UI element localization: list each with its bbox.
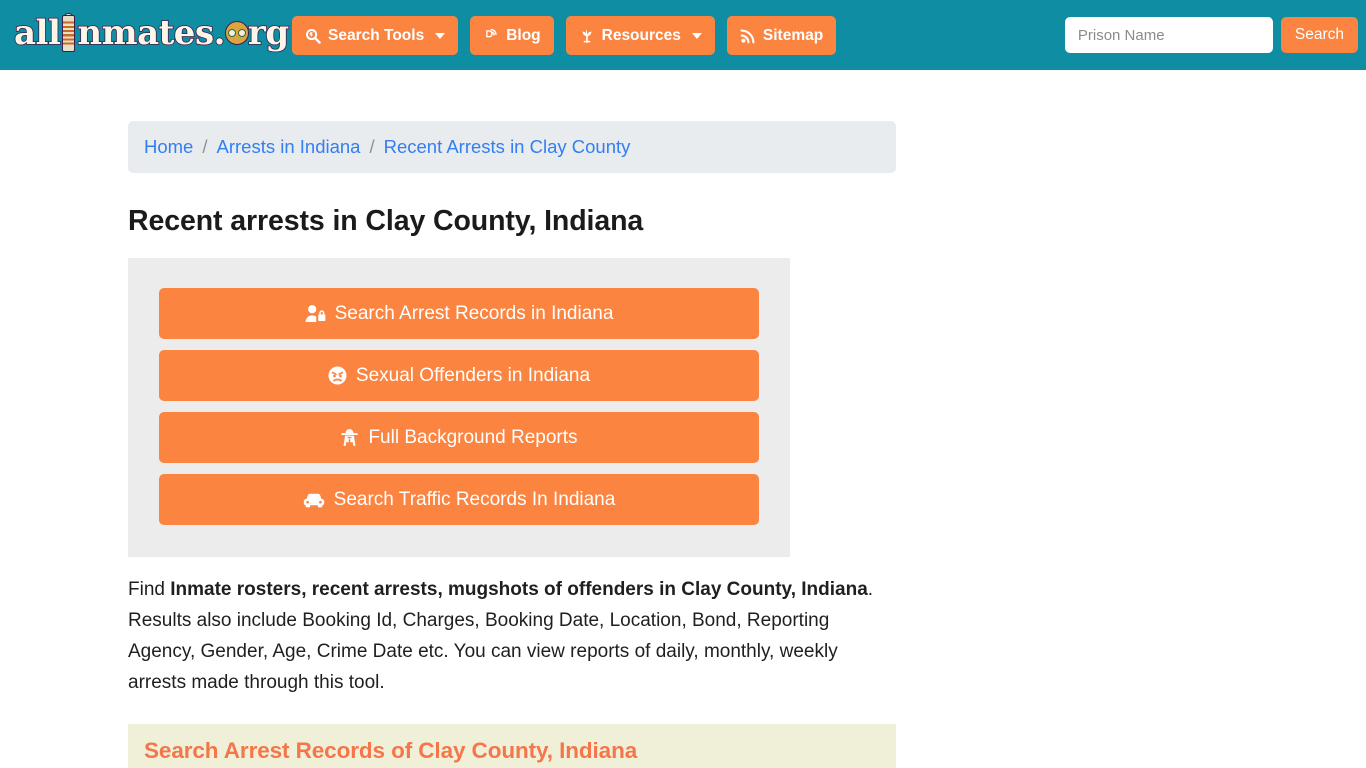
nav-sitemap-label: Sitemap <box>762 26 824 44</box>
nav-blog-label: Blog <box>506 26 541 44</box>
content-column: Home / Arrests in Indiana / Recent Arres… <box>128 121 896 768</box>
blogger-icon <box>483 28 499 44</box>
full-background-reports-label: Full Background Reports <box>368 427 578 448</box>
breadcrumb-item-arrests-in-indiana[interactable]: Arrests in Indiana <box>217 136 361 158</box>
search-records-section: Search Arrest Records of Clay County, In… <box>128 724 896 768</box>
sexual-offenders-button[interactable]: Sexual Offenders in Indiana <box>159 350 759 401</box>
search-arrest-records-label: Search Arrest Records in Indiana <box>334 303 614 324</box>
intro-prefix: Find <box>128 579 171 600</box>
intro-bold: Inmate rosters, recent arrests, mugshots… <box>170 579 868 600</box>
prisoner-figure-icon <box>60 13 77 53</box>
breadcrumb-separator: / <box>369 136 375 157</box>
header-search-form: Search <box>1064 17 1358 53</box>
nav-sitemap-button[interactable]: Sitemap <box>726 16 837 55</box>
logo-text-nmates: nmates. <box>77 13 227 53</box>
rss-icon <box>740 28 756 44</box>
breadcrumb-item-recent-arrests-clay-county[interactable]: Recent Arrests in Clay County <box>384 136 631 158</box>
site-logo-text: all nmates. rg <box>13 13 290 53</box>
nav-resources-button[interactable]: Resources <box>565 16 715 55</box>
nav-search-tools-button[interactable]: Search Tools <box>292 16 459 55</box>
breadcrumb: Home / Arrests in Indiana / Recent Arres… <box>128 121 896 173</box>
search-traffic-records-button[interactable]: Search Traffic Records In Indiana <box>159 474 759 525</box>
sexual-offenders-label: Sexual Offenders in Indiana <box>355 365 591 386</box>
intro-paragraph: Find Inmate rosters, recent arrests, mug… <box>128 574 888 698</box>
section-heading: Search Arrest Records of Clay County, In… <box>144 738 638 763</box>
search-arrest-records-button[interactable]: Search Arrest Records in Indiana <box>159 288 759 339</box>
primary-nav: Search Tools Blog Resources Sitemap <box>292 16 837 55</box>
logo-text-rg: rg <box>247 13 290 53</box>
chevron-down-icon <box>435 32 446 39</box>
site-logo[interactable]: all nmates. rg <box>13 11 290 55</box>
nav-blog-button[interactable]: Blog <box>470 16 554 55</box>
search-traffic-records-label: Search Traffic Records In Indiana <box>333 489 616 510</box>
user-lock-icon <box>305 304 326 323</box>
logo-dot-org: rg <box>224 13 290 53</box>
action-buttons-panel: Search Arrest Records in Indiana Sexual … <box>128 258 790 557</box>
car-icon <box>303 491 325 509</box>
logo-text-all: all <box>13 13 61 53</box>
seedling-icon <box>579 28 595 44</box>
nav-resources-label: Resources <box>601 26 681 44</box>
nav-search-tools-label: Search Tools <box>328 26 425 44</box>
full-background-reports-button[interactable]: Full Background Reports <box>159 412 759 463</box>
page-title: Recent arrests in Clay County, Indiana <box>128 205 644 237</box>
chevron-down-icon <box>691 32 702 39</box>
prison-name-search-input[interactable] <box>1064 17 1273 53</box>
search-icon <box>305 28 321 44</box>
breadcrumb-item-home[interactable]: Home <box>144 136 193 158</box>
header-search-button[interactable]: Search <box>1280 17 1358 53</box>
site-header: all nmates. rg Search Tools Blog Resourc… <box>0 0 1366 70</box>
masked-face-icon <box>224 21 249 45</box>
breadcrumb-separator: / <box>202 136 208 157</box>
angry-face-icon <box>328 366 347 385</box>
user-secret-icon <box>340 428 359 447</box>
